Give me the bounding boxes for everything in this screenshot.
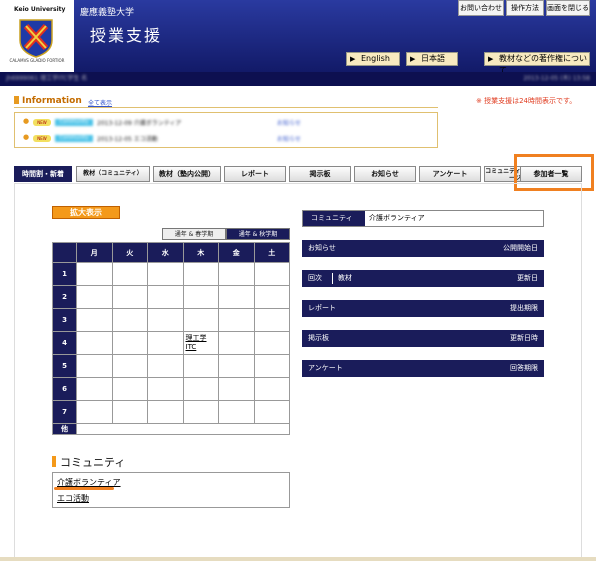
community-label: コミュニティ bbox=[303, 211, 365, 226]
class-link-line2[interactable]: ITC bbox=[184, 343, 219, 352]
login-datetime: 2013-12-05 (木) 13:58 bbox=[523, 75, 590, 82]
community-list: 介護ボランティア エコ活動 bbox=[52, 472, 290, 508]
report-label: レポート bbox=[308, 304, 336, 312]
day-header: 火 bbox=[111, 242, 148, 263]
bulletin-date-label: 更新日時 bbox=[510, 334, 538, 342]
oshirase-label: お知らせ bbox=[308, 244, 336, 252]
period-header: 6 bbox=[52, 377, 77, 401]
semester-tab-fall[interactable]: 通年 & 秋学期 bbox=[226, 228, 290, 240]
close-window-button[interactable]: 画面を閉じる bbox=[546, 0, 590, 16]
timetable-grid: 月 火 水 木 金 土 1 2 3 4 理工学 ITC 5 6 7 他 bbox=[52, 242, 290, 435]
oshirase-header: お知らせ 公開開始日 bbox=[302, 240, 544, 257]
community-value: 介護ボランティア bbox=[369, 214, 425, 222]
class-cell[interactable]: 理工学 ITC bbox=[182, 331, 219, 355]
other-header: 他 bbox=[52, 423, 77, 435]
community-link-highlight bbox=[54, 487, 114, 490]
day-header: 土 bbox=[253, 242, 290, 263]
item-text: 2013-12-05 エコ活動 bbox=[97, 136, 158, 143]
community-tag: Community bbox=[55, 119, 93, 126]
tab-notices[interactable]: お知らせ bbox=[354, 166, 416, 182]
list-item: ● NEW Community 2013-12-09 介護ボランティア お知らせ bbox=[21, 117, 431, 129]
tab-report[interactable]: レポート bbox=[224, 166, 286, 182]
page-title: 授業支援 bbox=[90, 26, 163, 45]
contact-button[interactable]: お問い合わせ bbox=[458, 0, 504, 16]
period-header: 4 bbox=[52, 331, 77, 355]
user-name: jh6999061 理工学ITC学生 名 bbox=[6, 75, 88, 82]
new-badge: NEW bbox=[33, 119, 51, 126]
user-bar: jh6999061 理工学ITC学生 名 2013-12-05 (木) 13:5… bbox=[0, 72, 596, 86]
day-header: 金 bbox=[218, 242, 255, 263]
community-tag: Community bbox=[55, 135, 93, 142]
footer-bar bbox=[0, 557, 596, 561]
corner-cell bbox=[52, 242, 77, 263]
bulletin-header: 掲示板 更新日時 bbox=[302, 330, 544, 347]
view-all-link[interactable]: 全て表示 bbox=[88, 98, 112, 107]
information-list: ● NEW Community 2013-12-09 介護ボランティア お知らせ… bbox=[14, 112, 438, 148]
community-link-eco[interactable]: エコ活動 bbox=[57, 493, 89, 504]
tab-bulletin[interactable]: 掲示板 bbox=[289, 166, 351, 182]
materials-label: 教材 bbox=[338, 274, 352, 282]
period-header: 5 bbox=[52, 354, 77, 378]
semester-tab-spring[interactable]: 通年 & 春学期 bbox=[162, 228, 226, 240]
community-row: コミュニティ 介護ボランティア bbox=[302, 210, 544, 227]
materials-round-label: 回次 bbox=[308, 274, 322, 282]
materials-header: 回次 教材 更新日 bbox=[302, 270, 544, 287]
day-header: 木 bbox=[182, 242, 219, 263]
english-button[interactable]: English bbox=[346, 52, 400, 66]
bulletin-label: 掲示板 bbox=[308, 334, 329, 342]
period-header: 3 bbox=[52, 308, 77, 332]
expand-button[interactable]: 拡大表示 bbox=[52, 206, 120, 219]
questionnaire-label: アンケート bbox=[308, 364, 343, 372]
bullet-icon: ● bbox=[23, 117, 30, 125]
tab-questionnaire[interactable]: アンケート bbox=[419, 166, 481, 182]
materials-date-label: 更新日 bbox=[517, 274, 538, 282]
list-item: ● NEW Community 2013-12-05 エコ活動 お知らせ bbox=[21, 133, 431, 145]
crest-icon bbox=[19, 19, 53, 58]
tab-bar: 時間割・新着 教材（コミュニティ） 教材（塾内公開） レポート 掲示板 お知らせ… bbox=[14, 166, 582, 182]
information-heading: Information bbox=[14, 96, 82, 106]
community-heading: コミュニティ bbox=[52, 454, 125, 470]
logo-motto: CALAMVS GLADIO FORTIOR bbox=[9, 58, 65, 63]
tab-timetable[interactable]: 時間割・新着 bbox=[14, 166, 72, 182]
questionnaire-deadline-label: 回答期限 bbox=[510, 364, 538, 372]
japanese-button[interactable]: 日本語 bbox=[406, 52, 458, 66]
tab-materials-internal[interactable]: 教材（塾内公開） bbox=[153, 166, 221, 182]
oshirase-date-label: 公開開始日 bbox=[503, 244, 538, 252]
questionnaire-header: アンケート 回答期限 bbox=[302, 360, 544, 377]
item-link[interactable]: お知らせ bbox=[277, 134, 301, 143]
period-header: 7 bbox=[52, 400, 77, 424]
item-text: 2013-12-09 介護ボランティア bbox=[97, 120, 182, 127]
copyright-button[interactable]: 教材などの著作権について bbox=[484, 52, 590, 75]
report-deadline-label: 提出期限 bbox=[510, 304, 538, 312]
period-header: 2 bbox=[52, 285, 77, 309]
availability-notice: ※ 授業支援は24時間表示です。 bbox=[476, 97, 577, 105]
report-header: レポート 提出期限 bbox=[302, 300, 544, 317]
item-link[interactable]: お知らせ bbox=[277, 118, 301, 127]
new-badge: NEW bbox=[33, 135, 51, 142]
column-divider bbox=[332, 273, 333, 284]
information-divider bbox=[14, 107, 438, 108]
day-header: 水 bbox=[147, 242, 184, 263]
help-button[interactable]: 操作方法 bbox=[506, 0, 544, 16]
logo-text: Keio University bbox=[14, 6, 66, 13]
tab-materials-community[interactable]: 教材（コミュニティ） bbox=[76, 166, 150, 182]
keio-logo: Keio University CALAMVS GLADIO FORTIOR bbox=[0, 0, 74, 72]
period-header: 1 bbox=[52, 262, 77, 286]
university-name: 慶應義塾大学 bbox=[80, 8, 135, 18]
day-header: 月 bbox=[76, 242, 113, 263]
class-link-line1[interactable]: 理工学 bbox=[184, 334, 219, 343]
site-header: Keio University CALAMVS GLADIO FORTIOR 慶… bbox=[0, 0, 596, 75]
bullet-icon: ● bbox=[23, 133, 30, 141]
